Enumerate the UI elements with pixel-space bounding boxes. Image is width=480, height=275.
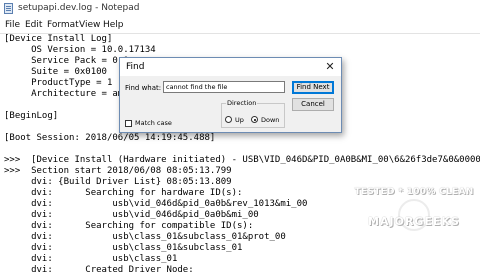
- find-next-button[interactable]: Find Next: [292, 81, 334, 94]
- menu-edit[interactable]: Edit: [25, 19, 42, 31]
- text-line: Architecture = amd: [4, 89, 129, 99]
- text-line: OS Version = 10.0.17134: [4, 45, 156, 55]
- match-case-label: Match case: [135, 119, 172, 127]
- text-line: dvi: Searching for compatible ID(s):: [4, 221, 254, 231]
- direction-down-label: Down: [261, 116, 280, 124]
- watermark-tagline: TESTED * 100% CLEAN: [354, 187, 474, 197]
- window-title: setupapi.dev.log - Notepad: [18, 3, 140, 13]
- watermark-brand: MAJORGEEKS: [368, 215, 460, 228]
- direction-label: Direction: [226, 99, 258, 107]
- text-line: [Device Install Log]: [4, 34, 113, 44]
- text-line: dvi: Searching for hardware ID(s):: [4, 188, 243, 198]
- text-line: dvi: usb\vid_046d&pid_0a0b&rev_1013&mi_0…: [4, 199, 308, 209]
- text-line: >>> Section start 2018/06/08 08:05:13.79…: [4, 166, 232, 176]
- text-line: dvi: Created Driver Node:: [4, 265, 194, 275]
- text-line: [Boot Session: 2018/06/05 14:19:45.488]: [4, 133, 216, 143]
- title-bar: setupapi.dev.log - Notepad: [0, 0, 480, 17]
- find-title: Find: [126, 62, 145, 72]
- direction-down-radio[interactable]: [251, 116, 258, 123]
- text-line: Suite = 0x0100: [4, 67, 107, 77]
- find-body: Find what: cannot find the file Find Nex…: [120, 76, 341, 132]
- cancel-button[interactable]: Cancel: [292, 98, 334, 111]
- menu-file[interactable]: File: [5, 19, 20, 31]
- text-line: dvi: {Build Driver List} 08:05:13.809: [4, 177, 232, 187]
- menu-format[interactable]: Format: [47, 19, 79, 31]
- text-line: dvi: usb\class_01&subclass_01&prot_00: [4, 232, 286, 242]
- find-dialog: Find ✕ Find what: cannot find the file F…: [119, 57, 342, 133]
- direction-up-radio[interactable]: [225, 116, 232, 123]
- text-line: Service Pack = 0.0: [4, 56, 129, 66]
- text-line: >>> [Device Install (Hardware initiated)…: [4, 155, 480, 165]
- menu-bar: File Edit Format View Help: [0, 17, 480, 33]
- text-line: dvi: usb\class_01: [4, 254, 178, 264]
- find-what-label: Find what:: [125, 84, 162, 92]
- direction-up-label: Up: [235, 116, 244, 124]
- notepad-icon: [4, 3, 13, 14]
- menu-view[interactable]: View: [79, 19, 100, 31]
- text-line: ProductType = 1: [4, 78, 113, 88]
- text-line: dvi: usb\class_01&subclass_01: [4, 243, 243, 253]
- text-line: [BeginLog]: [4, 111, 59, 121]
- find-title-bar[interactable]: Find ✕: [120, 58, 341, 76]
- text-line: dvi: usb\vid_046d&pid_0a0b&mi_00: [4, 210, 259, 220]
- match-case-checkbox[interactable]: [125, 120, 132, 127]
- close-icon[interactable]: ✕: [323, 60, 337, 74]
- find-what-input[interactable]: cannot find the file: [163, 81, 285, 93]
- watermark: TESTED * 100% CLEAN MAJORGEEKS: [354, 185, 474, 247]
- menu-help[interactable]: Help: [103, 19, 124, 31]
